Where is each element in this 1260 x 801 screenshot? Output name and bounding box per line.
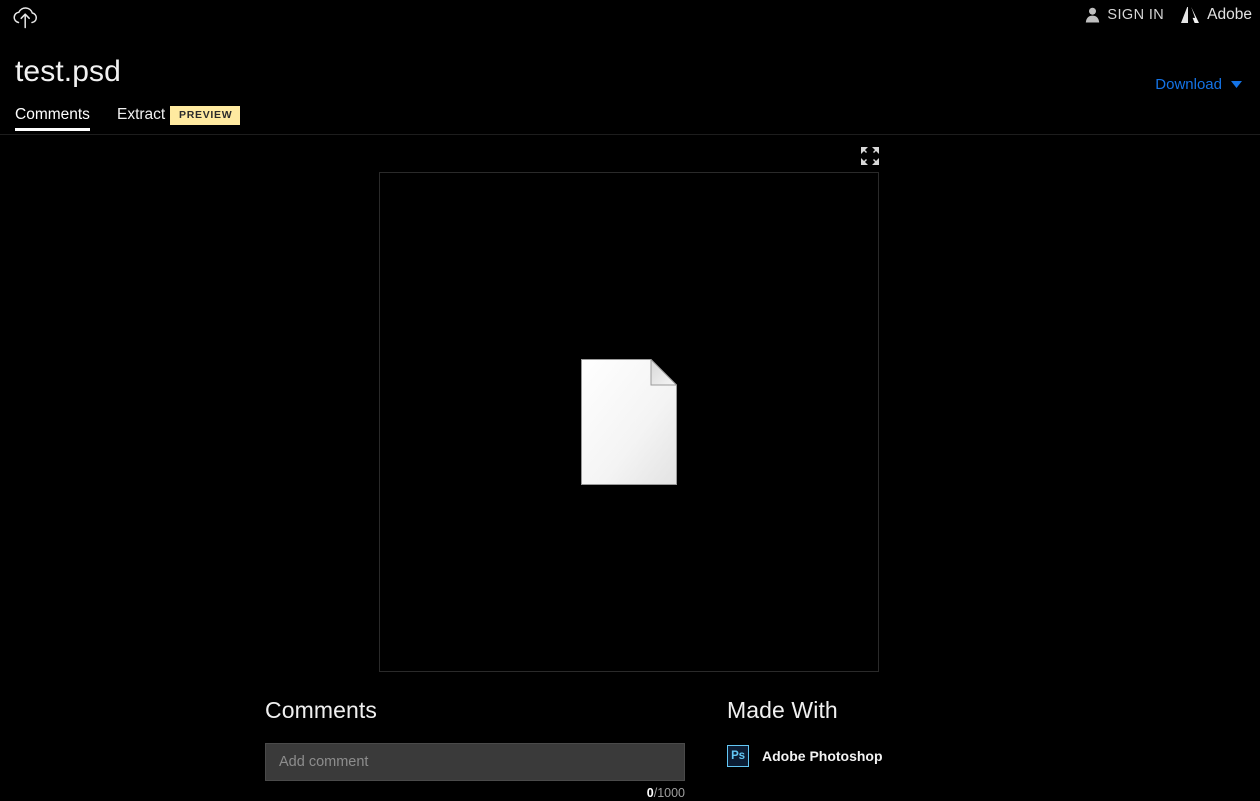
sign-in-button[interactable]: SIGN IN xyxy=(1085,7,1164,23)
download-button[interactable]: Download xyxy=(1155,76,1242,93)
person-icon xyxy=(1086,7,1100,23)
comments-panel: Comments 0/1000 xyxy=(265,696,685,800)
character-counter: 0/1000 xyxy=(265,786,685,800)
comment-input[interactable] xyxy=(265,743,685,781)
page-title: test.psd xyxy=(15,55,121,88)
top-utility-bar: SIGN IN Adobe xyxy=(0,0,1260,36)
made-with-panel: Made With Ps Adobe Photoshop xyxy=(727,696,1047,767)
preview-badge: PREVIEW xyxy=(170,106,241,125)
photoshop-icon: Ps xyxy=(727,745,749,767)
tab-divider xyxy=(0,134,1260,135)
counter-max: /1000 xyxy=(653,786,685,800)
file-preview-stage[interactable] xyxy=(379,172,879,672)
tab-comments[interactable]: Comments xyxy=(15,104,90,131)
download-label: Download xyxy=(1155,76,1222,93)
made-with-app-name: Adobe Photoshop xyxy=(762,748,883,764)
expand-fullscreen-icon[interactable] xyxy=(859,145,881,167)
made-with-app-row: Ps Adobe Photoshop xyxy=(727,745,1047,767)
made-with-heading: Made With xyxy=(727,697,838,723)
counter-current: 0 xyxy=(646,786,654,800)
generic-document-icon xyxy=(581,358,678,485)
sign-in-label: SIGN IN xyxy=(1107,7,1165,23)
adobe-brand-link[interactable]: Adobe xyxy=(1180,6,1252,24)
comments-heading: Comments xyxy=(265,697,377,723)
adobe-logo-icon xyxy=(1180,6,1201,24)
chevron-down-icon xyxy=(1231,81,1242,88)
top-right-group: SIGN IN Adobe xyxy=(1085,6,1252,24)
cloud-upload-icon[interactable] xyxy=(8,3,42,33)
tab-extract[interactable]: Extract xyxy=(117,104,165,131)
adobe-brand-label: Adobe xyxy=(1207,6,1252,23)
